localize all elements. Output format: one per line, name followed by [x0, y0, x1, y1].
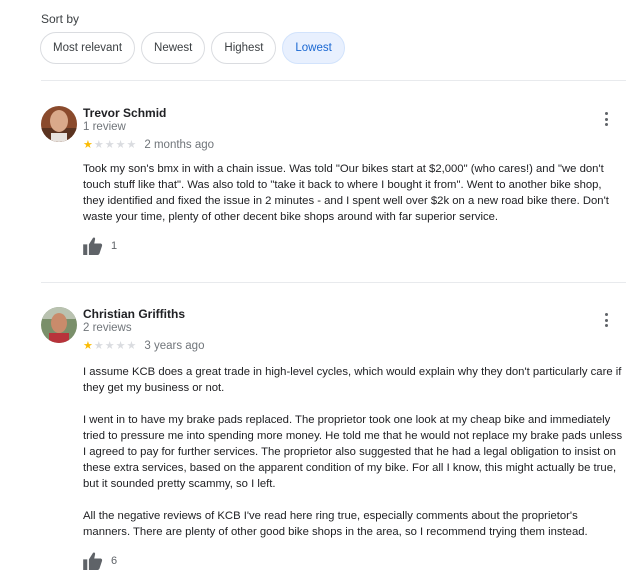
review-text: I assume KCB does a great trade in high-…	[83, 364, 625, 540]
star-icon: ★	[115, 138, 126, 151]
review-paragraph: I assume KCB does a great trade in high-…	[83, 366, 622, 394]
review-paragraph: Took my son's bmx in with a chain issue.…	[83, 163, 609, 223]
review-card: Christian Griffiths 2 reviews ★ ★ ★ ★ ★ …	[41, 307, 626, 582]
reviewer-name[interactable]: Christian Griffiths	[83, 307, 185, 321]
divider	[41, 282, 626, 283]
review-card: Trevor Schmid 1 review ★ ★ ★ ★ ★ 2 month…	[41, 106, 626, 266]
reviewer-name[interactable]: Trevor Schmid	[83, 106, 166, 120]
sort-by-label: Sort by	[41, 12, 80, 26]
star-icon: ★	[104, 339, 115, 352]
reviewer-avatar[interactable]	[41, 106, 77, 142]
sort-chips: Most relevant Newest Highest Lowest	[40, 32, 345, 64]
star-icon: ★	[115, 339, 126, 352]
reviewer-review-count: 1 review	[83, 121, 126, 133]
star-rating: ★ ★ ★ ★ ★	[83, 339, 137, 352]
star-icon: ★	[126, 339, 137, 352]
thumbs-up-icon[interactable]	[83, 237, 103, 255]
star-icon: ★	[93, 138, 104, 151]
star-rating: ★ ★ ★ ★ ★	[83, 138, 137, 151]
sort-chip-highest[interactable]: Highest	[211, 32, 277, 64]
star-icon: ★	[83, 339, 93, 352]
more-options-icon[interactable]	[598, 110, 614, 128]
star-icon: ★	[93, 339, 104, 352]
star-icon: ★	[83, 138, 93, 151]
star-icon: ★	[104, 138, 115, 151]
sort-chip-newest[interactable]: Newest	[141, 32, 206, 64]
review-paragraph: I went in to have my brake pads replaced…	[83, 414, 623, 490]
review-paragraph: All the negative reviews of KCB I've rea…	[83, 510, 588, 538]
reviewer-review-count: 2 reviews	[83, 322, 132, 334]
sort-chip-most-relevant[interactable]: Most relevant	[40, 32, 136, 64]
review-date: 3 years ago	[144, 340, 205, 352]
more-options-icon[interactable]	[598, 311, 614, 329]
divider	[41, 80, 626, 81]
review-text: Took my son's bmx in with a chain issue.…	[83, 161, 625, 225]
like-count: 1	[111, 240, 118, 252]
star-icon: ★	[126, 138, 137, 151]
sort-chip-lowest[interactable]: Lowest	[282, 32, 345, 64]
like-count: 6	[111, 555, 118, 567]
review-date: 2 months ago	[144, 139, 215, 151]
reviewer-avatar[interactable]	[41, 307, 77, 343]
thumbs-up-icon[interactable]	[83, 552, 103, 570]
